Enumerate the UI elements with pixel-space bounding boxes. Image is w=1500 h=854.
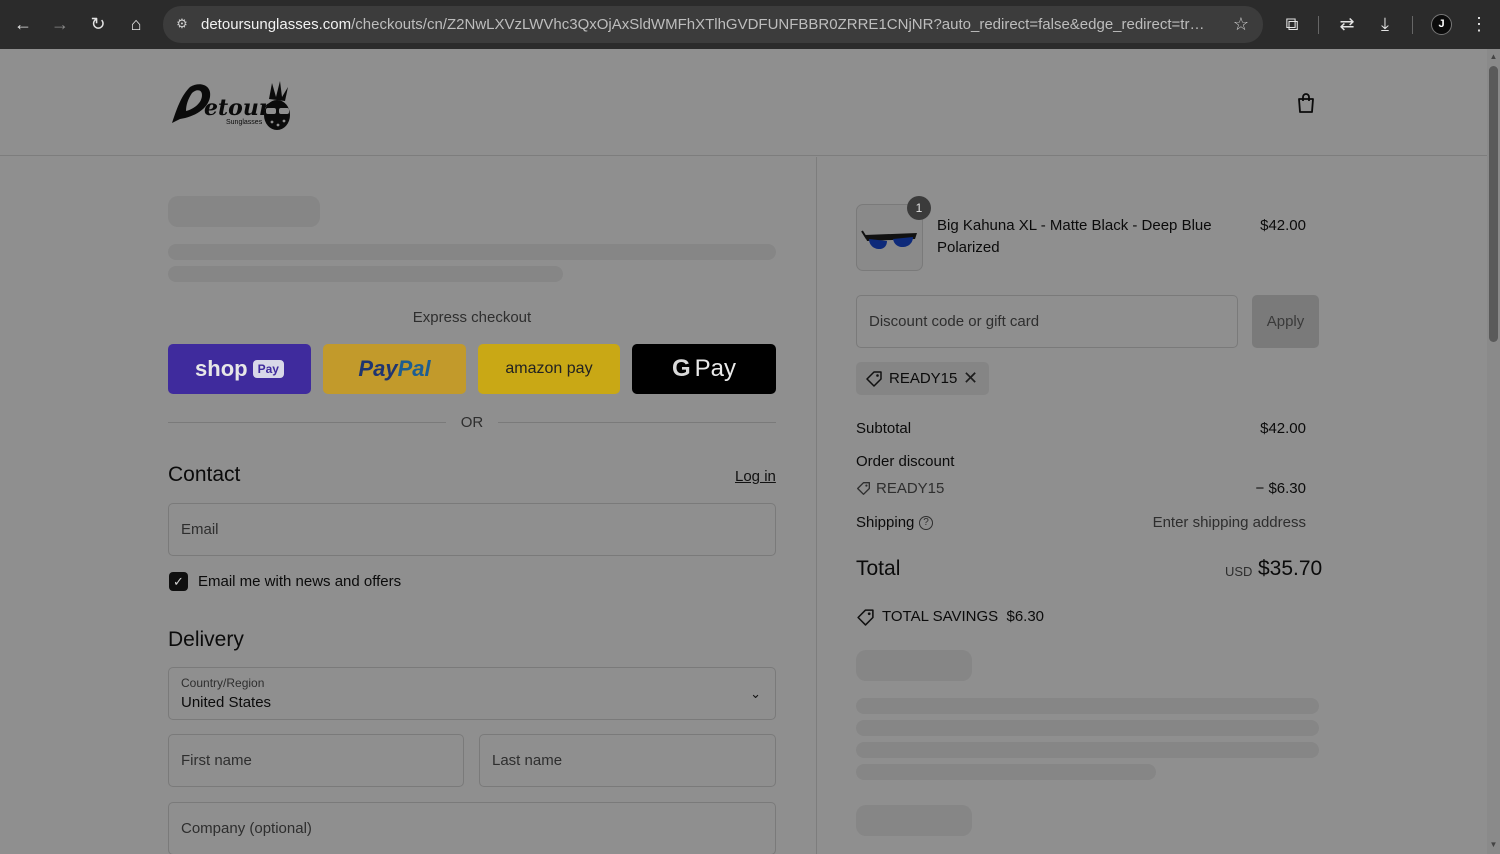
country-label: Country/Region [181, 676, 265, 690]
tag-icon [857, 482, 870, 495]
applied-discount-chip: READY15 ✕ [856, 362, 989, 395]
product-name: Big Kahuna XL - Matte Black - Deep Blue … [937, 217, 1212, 256]
site-info-icon[interactable]: ⚙ [173, 15, 191, 33]
skeleton-block [168, 196, 320, 227]
google-g-icon: G [671, 355, 691, 382]
svg-text:etour: etour [204, 95, 272, 121]
newsletter-label: Email me with news and offers [198, 573, 402, 590]
amazon-pay-wordmark: amazon pay [505, 360, 593, 377]
discount-code-line: READY15 [876, 480, 945, 497]
address-bar[interactable]: ⚙ detoursunglasses.com/checkouts/cn/Z2Nw… [163, 6, 1263, 43]
skeleton-line [856, 698, 1319, 714]
delivery-heading: Delivery [168, 628, 244, 651]
forward-arrow-icon[interactable]: → [48, 12, 72, 36]
shipping-value: Enter shipping address [1152, 514, 1306, 531]
contact-heading: Contact [168, 463, 241, 486]
amazon-pay-button[interactable]: amazon pay [478, 344, 620, 394]
shop-pay-wordmark: shop [195, 356, 248, 381]
menu-kebab-icon[interactable]: ⋮ [1467, 12, 1491, 36]
total-currency: USD [1225, 564, 1253, 579]
savings-label: TOTAL SAVINGS [882, 608, 999, 625]
download-icon[interactable]: ⤓ [1373, 12, 1397, 36]
checkout-page: etour Sunglasses Express checkout shop P… [0, 49, 1487, 854]
shipping-label: Shipping [856, 514, 915, 531]
applied-discount-code: READY15 [889, 370, 958, 387]
detour-logo[interactable]: etour Sunglasses [168, 75, 294, 131]
reload-icon[interactable]: ↻ [86, 12, 110, 36]
shop-pay-button[interactable]: shop Pay [168, 344, 311, 394]
order-discount-label: Order discount [856, 453, 955, 470]
help-icon[interactable]: ? [919, 516, 933, 530]
or-divider-right [498, 422, 776, 423]
toolbar-divider [1412, 16, 1413, 34]
or-divider-left [168, 422, 446, 423]
skeleton-line [168, 244, 776, 260]
skeleton-line [856, 764, 1156, 780]
quantity-badge: 1 [907, 196, 931, 220]
express-checkout-label: Express checkout [412, 309, 532, 326]
total-label: Total [856, 557, 901, 580]
paypal-button[interactable]: Pay Pal [323, 344, 466, 394]
scroll-thumb[interactable] [1489, 66, 1498, 342]
subtotal-label: Subtotal [856, 420, 912, 437]
paypal-wordmark-a: Pay [358, 356, 398, 381]
skeleton-line [856, 742, 1319, 758]
skeleton-line [856, 720, 1319, 736]
home-icon[interactable]: ⌂ [124, 12, 148, 36]
apply-discount-button[interactable]: Apply [1252, 295, 1319, 348]
product-price: $42.00 [1260, 217, 1306, 234]
translate-icon[interactable]: ⇄ [1335, 12, 1359, 36]
remove-discount-icon[interactable]: ✕ [963, 368, 978, 389]
google-pay-wordmark: Pay [694, 355, 737, 382]
back-arrow-icon[interactable]: ← [11, 12, 35, 36]
scroll-down-icon[interactable]: ▼ [1489, 840, 1498, 849]
newsletter-checkbox[interactable]: ✓ [169, 572, 188, 591]
column-divider [816, 157, 817, 854]
chevron-down-icon: ⌄ [750, 686, 761, 701]
checkout-header: etour Sunglasses [0, 49, 1487, 156]
last-name-placeholder: Last name [492, 752, 563, 769]
total-savings: TOTAL SAVINGS $6.30 [882, 608, 1044, 625]
discount-placeholder: Discount code or gift card [869, 313, 1040, 330]
savings-tag-icon [857, 609, 874, 626]
shopping-bag-icon[interactable] [1294, 91, 1318, 115]
google-pay-button[interactable]: G Pay [632, 344, 776, 394]
browser-toolbar: ← → ↻ ⌂ ⚙ detoursunglasses.com/checkouts… [0, 0, 1500, 49]
skeleton-block [856, 805, 972, 836]
svg-text:Sunglasses: Sunglasses [226, 119, 263, 126]
company-placeholder: Company (optional) [181, 820, 312, 837]
profile-avatar[interactable]: J [1431, 14, 1452, 35]
extensions-icon[interactable]: ⧉ [1280, 12, 1304, 36]
tag-icon [866, 371, 882, 387]
paypal-wordmark-b: Pal [397, 356, 431, 381]
email-field[interactable]: Email [168, 503, 776, 556]
shop-pay-badge: Pay [252, 360, 284, 378]
or-divider-text: OR [460, 414, 484, 431]
discount-code-field[interactable]: Discount code or gift card [856, 295, 1238, 348]
country-select[interactable]: Country/Region United States ⌄ [168, 667, 776, 720]
bookmark-star-icon[interactable]: ☆ [1233, 14, 1249, 35]
last-name-field[interactable]: Last name [479, 734, 776, 787]
url-text: detoursunglasses.com/checkouts/cn/Z2NwLX… [201, 16, 1211, 33]
toolbar-divider [1318, 16, 1319, 34]
scroll-up-icon[interactable]: ▲ [1489, 52, 1498, 61]
email-placeholder: Email [181, 521, 219, 538]
skeleton-block [856, 650, 972, 681]
subtotal-value: $42.00 [1260, 420, 1306, 437]
first-name-field[interactable]: First name [168, 734, 464, 787]
country-value: United States [181, 694, 272, 711]
savings-value: $6.30 [1006, 608, 1045, 625]
total-value: $35.70 [1258, 557, 1323, 580]
skeleton-line [168, 266, 563, 282]
discount-value: − $6.30 [1255, 480, 1306, 497]
login-link[interactable]: Log in [735, 468, 776, 485]
first-name-placeholder: First name [181, 752, 252, 769]
company-field[interactable]: Company (optional) [168, 802, 776, 854]
